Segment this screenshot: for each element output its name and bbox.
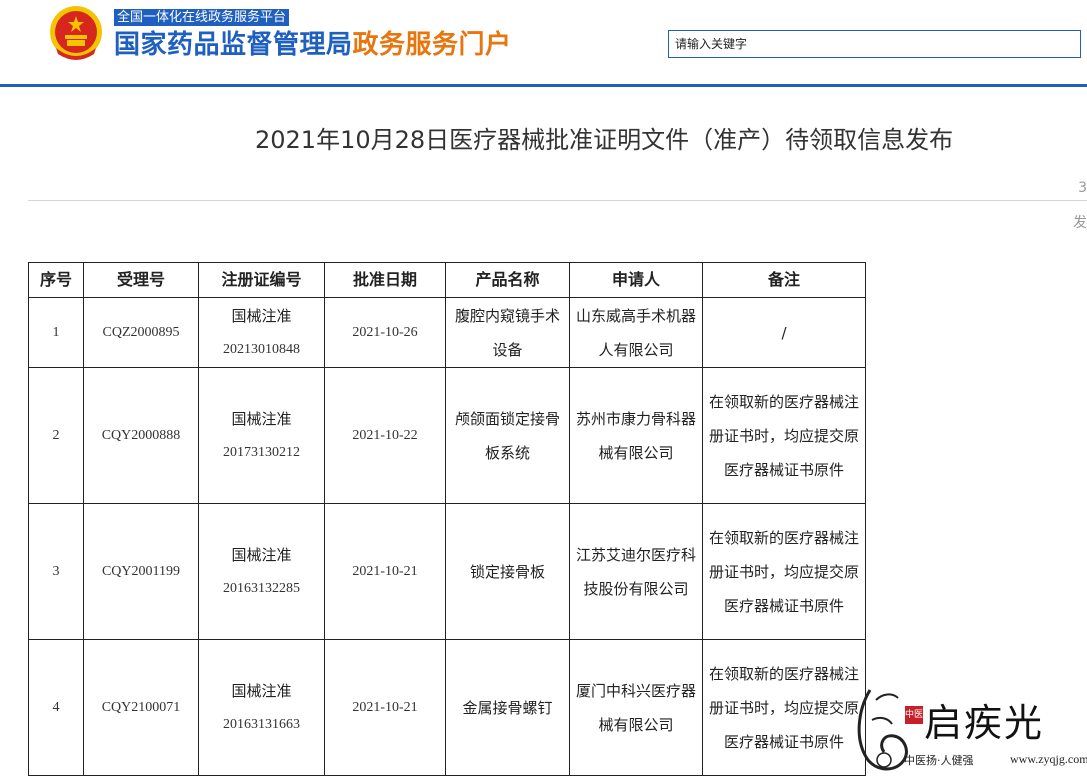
approval-table: 序号 受理号 注册证编号 批准日期 产品名称 申请人 备注 1 CQZ20008…: [28, 262, 866, 776]
cell-no: 2: [28, 367, 84, 504]
table-row: 4 CQY2100071 国械注准 20163131663 2021-10-21 …: [28, 639, 866, 776]
cell-applicant: 山东威高手术机器人有限公司: [569, 297, 703, 368]
national-emblem-icon: [50, 6, 102, 60]
cell-accept-no: CQZ2000895: [83, 297, 199, 368]
cert-number: 20213010848: [223, 341, 300, 357]
cell-remark: 在领取新的医疗器械注册证书时，均应提交原医疗器械证书原件: [702, 367, 866, 504]
title-rule: [28, 200, 1087, 201]
cell-remark: 在领取新的医疗器械注册证书时，均应提交原医疗器械证书原件: [702, 503, 866, 640]
cell-product: 腹腔内窥镜手术设备: [445, 297, 570, 368]
cell-no: 4: [28, 639, 84, 776]
site-title[interactable]: 国家药品监督管理局政务服务门户: [114, 27, 512, 63]
cell-cert: 国械注准 20163132285: [198, 503, 325, 640]
cell-date: 2021-10-26: [324, 297, 446, 368]
cell-applicant: 苏州市康力骨科器械有限公司: [569, 367, 703, 504]
cell-remark: 在领取新的医疗器械注册证书时，均应提交原医疗器械证书原件: [702, 639, 866, 776]
cell-no: 1: [28, 297, 84, 368]
site-header: 全国一体化在线政务服务平台 国家药品监督管理局政务服务门户: [0, 0, 1087, 86]
cell-applicant: 厦门中科兴医疗器械有限公司: [569, 639, 703, 776]
search-input[interactable]: [668, 30, 1081, 58]
watermark-slogan: 中医扬·人健强: [904, 754, 974, 767]
cell-cert: 国械注准 20173130212: [198, 367, 325, 504]
cell-date: 2021-10-21: [324, 639, 446, 776]
cell-product: 金属接骨螺钉: [445, 639, 570, 776]
cert-prefix: 国械注准: [231, 681, 292, 700]
table-header-row: 序号 受理号 注册证编号 批准日期 产品名称 申请人 备注: [28, 262, 866, 298]
col-header-cert-no: 注册证编号: [198, 262, 325, 298]
cell-cert: 国械注准 20163131663: [198, 639, 325, 776]
col-header-accept-no: 受理号: [83, 262, 199, 298]
table-row: 1 CQZ2000895 国械注准 20213010848 2021-10-26 …: [28, 297, 866, 368]
cell-applicant: 江苏艾迪尔医疗科技股份有限公司: [569, 503, 703, 640]
cert-prefix: 国械注准: [231, 545, 292, 564]
edge-mark-1: 3: [1078, 180, 1087, 196]
watermark-brand: 启疾光: [924, 701, 1045, 745]
table-row: 2 CQY2000888 国械注准 20173130212 2021-10-22 …: [28, 367, 866, 504]
article-title: 2021年10月28日医疗器械批准证明文件（准产）待领取信息发布: [255, 126, 954, 154]
cell-accept-no: CQY2100071: [83, 639, 199, 776]
cell-accept-no: CQY2001199: [83, 503, 199, 640]
cell-remark: /: [702, 297, 866, 368]
cell-cert: 国械注准 20213010848: [198, 297, 325, 368]
col-header-applicant: 申请人: [569, 262, 703, 298]
cell-product: 颅颌面锁定接骨板系统: [445, 367, 570, 504]
col-header-remark: 备注: [702, 262, 866, 298]
cell-date: 2021-10-22: [324, 367, 446, 504]
header-divider: [0, 84, 1087, 87]
edge-mark-2: 发: [1073, 215, 1087, 231]
cert-prefix: 国械注准: [231, 306, 292, 325]
col-header-no: 序号: [28, 262, 84, 298]
col-header-date: 批准日期: [324, 262, 446, 298]
cert-prefix: 国械注准: [231, 409, 292, 428]
table-row: 3 CQY2001199 国械注准 20163132285 2021-10-21 …: [28, 503, 866, 640]
site-title-main: 国家药品监督管理局: [114, 30, 353, 60]
cell-accept-no: CQY2000888: [83, 367, 199, 504]
watermark-seal: 中医: [905, 706, 923, 724]
cell-no: 3: [28, 503, 84, 640]
cert-number: 20163131663: [223, 716, 300, 732]
site-title-highlight: 政务服务门户: [352, 30, 512, 60]
platform-tag[interactable]: 全国一体化在线政务服务平台: [114, 9, 290, 26]
cert-number: 20163132285: [223, 580, 300, 596]
cert-number: 20173130212: [223, 444, 300, 460]
cell-product: 锁定接骨板: [445, 503, 570, 640]
watermark-url: www.zyqjg.com: [1010, 752, 1087, 766]
cell-date: 2021-10-21: [324, 503, 446, 640]
col-header-product: 产品名称: [445, 262, 570, 298]
